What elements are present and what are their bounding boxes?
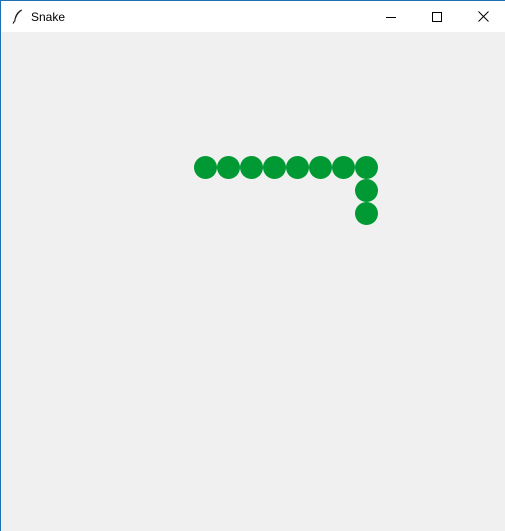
maximize-icon	[432, 11, 442, 22]
snake-segment	[309, 156, 332, 179]
snake-segment	[217, 156, 240, 179]
title-bar[interactable]: Snake	[1, 1, 505, 32]
feather-icon	[10, 8, 26, 24]
snake-segment	[240, 156, 263, 179]
minimize-icon	[386, 16, 396, 18]
snake-segment	[286, 156, 309, 179]
snake-segment	[332, 156, 355, 179]
game-canvas[interactable]	[1, 32, 505, 531]
minimize-button[interactable]	[368, 1, 414, 32]
snake-segment	[194, 156, 217, 179]
snake-segment	[263, 156, 286, 179]
snake-segment	[355, 179, 378, 202]
close-icon	[477, 11, 489, 22]
snake-window: Snake	[0, 0, 505, 531]
window-title: Snake	[31, 10, 66, 24]
snake-segment	[355, 156, 378, 179]
snake-head	[355, 202, 378, 225]
close-button[interactable]	[460, 1, 505, 32]
maximize-button[interactable]	[414, 1, 460, 32]
